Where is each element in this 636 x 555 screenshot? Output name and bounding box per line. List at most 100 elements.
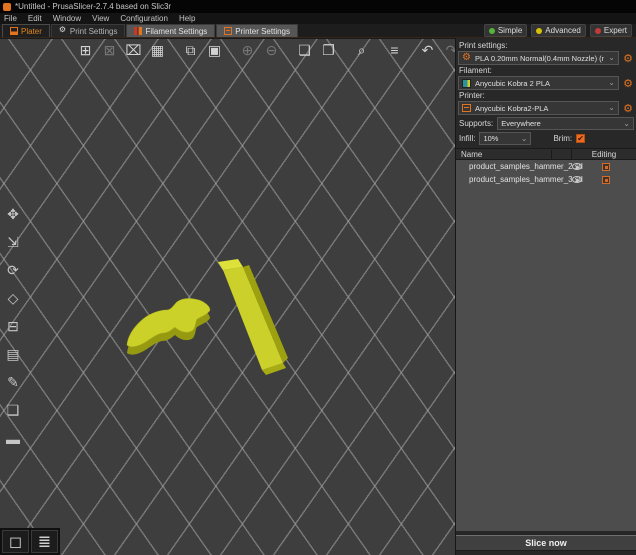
gear-icon: ⚙ [462, 53, 471, 63]
gizmo-toolbar: ✥ ⇲ ⟳ ◇ ⊟ ▤ ✎ ❑ ▬ [2, 205, 24, 448]
filament-combo[interactable]: Anycubic Kobra 2 PLA ⌄ [458, 76, 619, 90]
print-settings-combo[interactable]: ⚙ PLA 0.20mm Normal(0.4mm Nozzle) (modif… [458, 51, 619, 65]
menu-item-help[interactable]: Help [179, 14, 195, 23]
editing-toggle-icon[interactable] [602, 163, 610, 171]
infill-value: 10% [483, 134, 516, 143]
mode-button-simple[interactable]: Simple [484, 24, 527, 37]
tab-label: Print Settings [70, 27, 118, 36]
brim-label: Brim: [553, 134, 572, 143]
top-toolbar: ⊞⊠⌧▦ ⧉▣ ⊕⊖ ❏❐ ⌕ ≡ ↶↷ [75, 40, 455, 60]
view-mode-toggles: ◻≣ [0, 528, 60, 555]
printer-icon [224, 27, 232, 35]
supports-label: Supports: [459, 119, 493, 128]
mode-label: Expert [604, 26, 627, 35]
brim-checkbox[interactable]: ✔ [576, 134, 585, 143]
print-settings-value: PLA 0.20mm Normal(0.4mm Nozzle) (modifie… [475, 54, 604, 63]
printer-icon [462, 104, 471, 112]
filament-edit-button[interactable]: ⚙ [622, 77, 634, 89]
scale-icon[interactable]: ⇲ [2, 233, 24, 252]
variable-layer-height-icon[interactable]: ≡ [384, 40, 405, 60]
window-title: *Untitled - PrusaSlicer-2.7.4 based on S… [15, 2, 171, 11]
add-icon[interactable]: ⊞ [75, 40, 96, 60]
support-painting-icon[interactable]: ✎ [2, 373, 24, 392]
slice-area: Slice now [456, 531, 636, 555]
mode-label: Advanced [545, 26, 581, 35]
add-instance-icon: ⊕ [237, 40, 258, 60]
table-row[interactable]: product_samples_hammer_2.stl [456, 160, 636, 173]
paste-icon[interactable]: ▣ [204, 40, 225, 60]
mode-button-expert[interactable]: Expert [590, 24, 632, 37]
redo-icon: ↷ [441, 40, 455, 60]
arrange-icon[interactable]: ▦ [147, 40, 168, 60]
eye-icon[interactable] [572, 176, 582, 183]
filament-icon [134, 27, 142, 35]
supports-combo[interactable]: Everywhere ⌄ [497, 117, 634, 130]
editing-column-header: Editing [572, 150, 636, 159]
editor-view-icon[interactable]: ◻ [2, 530, 29, 553]
split-to-objects-icon[interactable]: ❏ [294, 40, 315, 60]
printer-label: Printer: [459, 91, 634, 100]
place-on-face-icon[interactable]: ◇ [2, 289, 24, 308]
eye-icon[interactable] [572, 163, 582, 170]
print-settings-label: Print settings: [459, 41, 634, 50]
menu-item-window[interactable]: Window [53, 14, 81, 23]
remove-instance-icon: ⊖ [261, 40, 282, 60]
mode-dot-icon [595, 28, 601, 34]
rotate-icon[interactable]: ⟳ [2, 261, 24, 280]
tab-spacer [299, 24, 484, 37]
filament-label: Filament: [459, 66, 634, 75]
print-settings-edit-button[interactable]: ⚙ [622, 52, 634, 64]
mmu-painting-icon[interactable]: ❑ [2, 401, 24, 420]
printer-edit-button[interactable]: ⚙ [622, 102, 634, 114]
delete-all-icon[interactable]: ⌧ [123, 40, 144, 60]
tab-filament-settings[interactable]: Filament Settings [126, 24, 215, 37]
menu-item-view[interactable]: View [92, 14, 109, 23]
infill-combo[interactable]: 10% ⌄ [479, 132, 531, 145]
editing-toggle-icon[interactable] [602, 176, 610, 184]
delete-icon: ⊠ [99, 40, 120, 60]
3d-viewport[interactable]: ⊞⊠⌧▦ ⧉▣ ⊕⊖ ❏❐ ⌕ ≡ ↶↷ ✥ ⇲ ⟳ ◇ ⊟ ▤ ✎ ❑ ▬ ◻≣ [0, 38, 455, 555]
object-name: product_samples_hammer_2.stl [456, 162, 583, 171]
infill-label: Infill: [459, 134, 475, 143]
seam-painting-icon[interactable]: ▤ [2, 345, 24, 364]
printer-value: Anycubic Kobra2-PLA [475, 104, 604, 113]
slice-now-button[interactable]: Slice now [456, 535, 636, 551]
cut-icon[interactable]: ⊟ [2, 317, 24, 336]
tab-printer-settings[interactable]: Printer Settings [216, 24, 298, 37]
measure-icon[interactable]: ▬ [2, 429, 24, 448]
visibility-column-header [552, 149, 572, 159]
table-row[interactable]: product_samples_hammer_3.stl [456, 173, 636, 186]
chevron-down-icon: ⌄ [608, 80, 615, 86]
preview-view-icon[interactable]: ≣ [31, 530, 58, 553]
copy-icon[interactable]: ⧉ [180, 40, 201, 60]
menu-item-configuration[interactable]: Configuration [120, 14, 168, 23]
menu-bar: File Edit Window View Configuration Help [0, 13, 636, 24]
object-list: product_samples_hammer_2.stl product_samp… [456, 160, 636, 531]
chevron-down-icon: ⌄ [608, 105, 615, 111]
tab-bar: Plater Print Settings Filament Settings Pri… [0, 24, 636, 38]
filament-color-swatch [462, 79, 471, 88]
undo-icon[interactable]: ↶ [417, 40, 438, 60]
right-sidebar: Print settings: ⚙ PLA 0.20mm Normal(0.4m… [455, 38, 636, 555]
name-column-header: Name [456, 150, 552, 159]
mode-dot-icon [489, 28, 495, 34]
chevron-down-icon: ⌄ [608, 55, 615, 61]
tab-plater[interactable]: Plater [2, 24, 50, 37]
search-icon[interactable]: ⌕ [351, 40, 372, 60]
object-name: product_samples_hammer_3.stl [456, 175, 583, 184]
tab-print-settings[interactable]: Print Settings [51, 24, 126, 37]
mode-switcher: Simple Advanced Expert [484, 24, 636, 37]
move-icon[interactable]: ✥ [2, 205, 24, 224]
tab-label: Plater [21, 27, 42, 36]
main-area: ⊞⊠⌧▦ ⧉▣ ⊕⊖ ❏❐ ⌕ ≡ ↶↷ ✥ ⇲ ⟳ ◇ ⊟ ▤ ✎ ❑ ▬ ◻≣ Print settin… [0, 38, 636, 555]
tab-label: Printer Settings [235, 27, 290, 36]
model-objects[interactable] [110, 239, 310, 384]
gear-icon [59, 27, 67, 35]
tab-label: Filament Settings [145, 27, 207, 36]
mode-button-advanced[interactable]: Advanced [531, 24, 586, 37]
split-to-parts-icon[interactable]: ❐ [318, 40, 339, 60]
menu-item-file[interactable]: File [4, 14, 17, 23]
menu-item-edit[interactable]: Edit [28, 14, 42, 23]
mode-dot-icon [536, 28, 542, 34]
printer-combo[interactable]: Anycubic Kobra2-PLA ⌄ [458, 101, 619, 115]
